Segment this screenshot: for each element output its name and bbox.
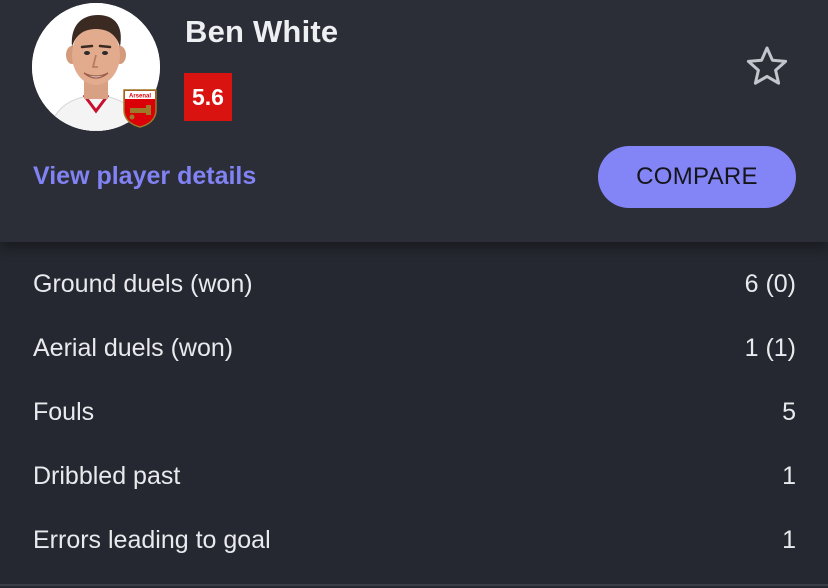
stats-list: Ground duels (won) 6 (0) Aerial duels (w… xyxy=(0,252,828,572)
stat-row-dribbled-past: Dribbled past 1 xyxy=(0,444,828,508)
stat-row-aerial-duels: Aerial duels (won) 1 (1) xyxy=(0,316,828,380)
arsenal-badge-icon: Arsenal xyxy=(123,89,157,128)
stat-label: Dribbled past xyxy=(33,461,181,490)
player-stats-panel: Arsenal Ben White 5.6 View player detail… xyxy=(0,0,828,588)
stat-value: 6 (0) xyxy=(744,269,796,298)
player-name: Ben White xyxy=(185,14,339,49)
stat-value: 1 xyxy=(782,525,796,554)
view-player-details-link[interactable]: View player details xyxy=(33,162,256,191)
bottom-divider xyxy=(0,584,828,586)
stat-row-errors-leading-to-goal: Errors leading to goal 1 xyxy=(0,508,828,572)
favorite-button[interactable] xyxy=(745,45,789,87)
stat-label: Fouls xyxy=(33,397,95,426)
stat-label: Errors leading to goal xyxy=(33,525,271,554)
stat-label: Aerial duels (won) xyxy=(33,333,234,362)
player-header-card: Arsenal Ben White 5.6 View player detail… xyxy=(0,0,828,242)
stat-row-fouls: Fouls 5 xyxy=(0,380,828,444)
stat-label: Ground duels (won) xyxy=(33,269,253,298)
svg-text:Arsenal: Arsenal xyxy=(129,94,151,100)
player-rating-badge: 5.6 xyxy=(184,73,232,121)
stat-value: 1 xyxy=(782,461,796,490)
star-outline-icon xyxy=(746,46,788,85)
stat-value: 5 xyxy=(782,397,796,426)
stat-row-ground-duels: Ground duels (won) 6 (0) xyxy=(0,252,828,316)
compare-button[interactable]: COMPARE xyxy=(598,146,796,208)
stat-value: 1 (1) xyxy=(744,333,796,362)
